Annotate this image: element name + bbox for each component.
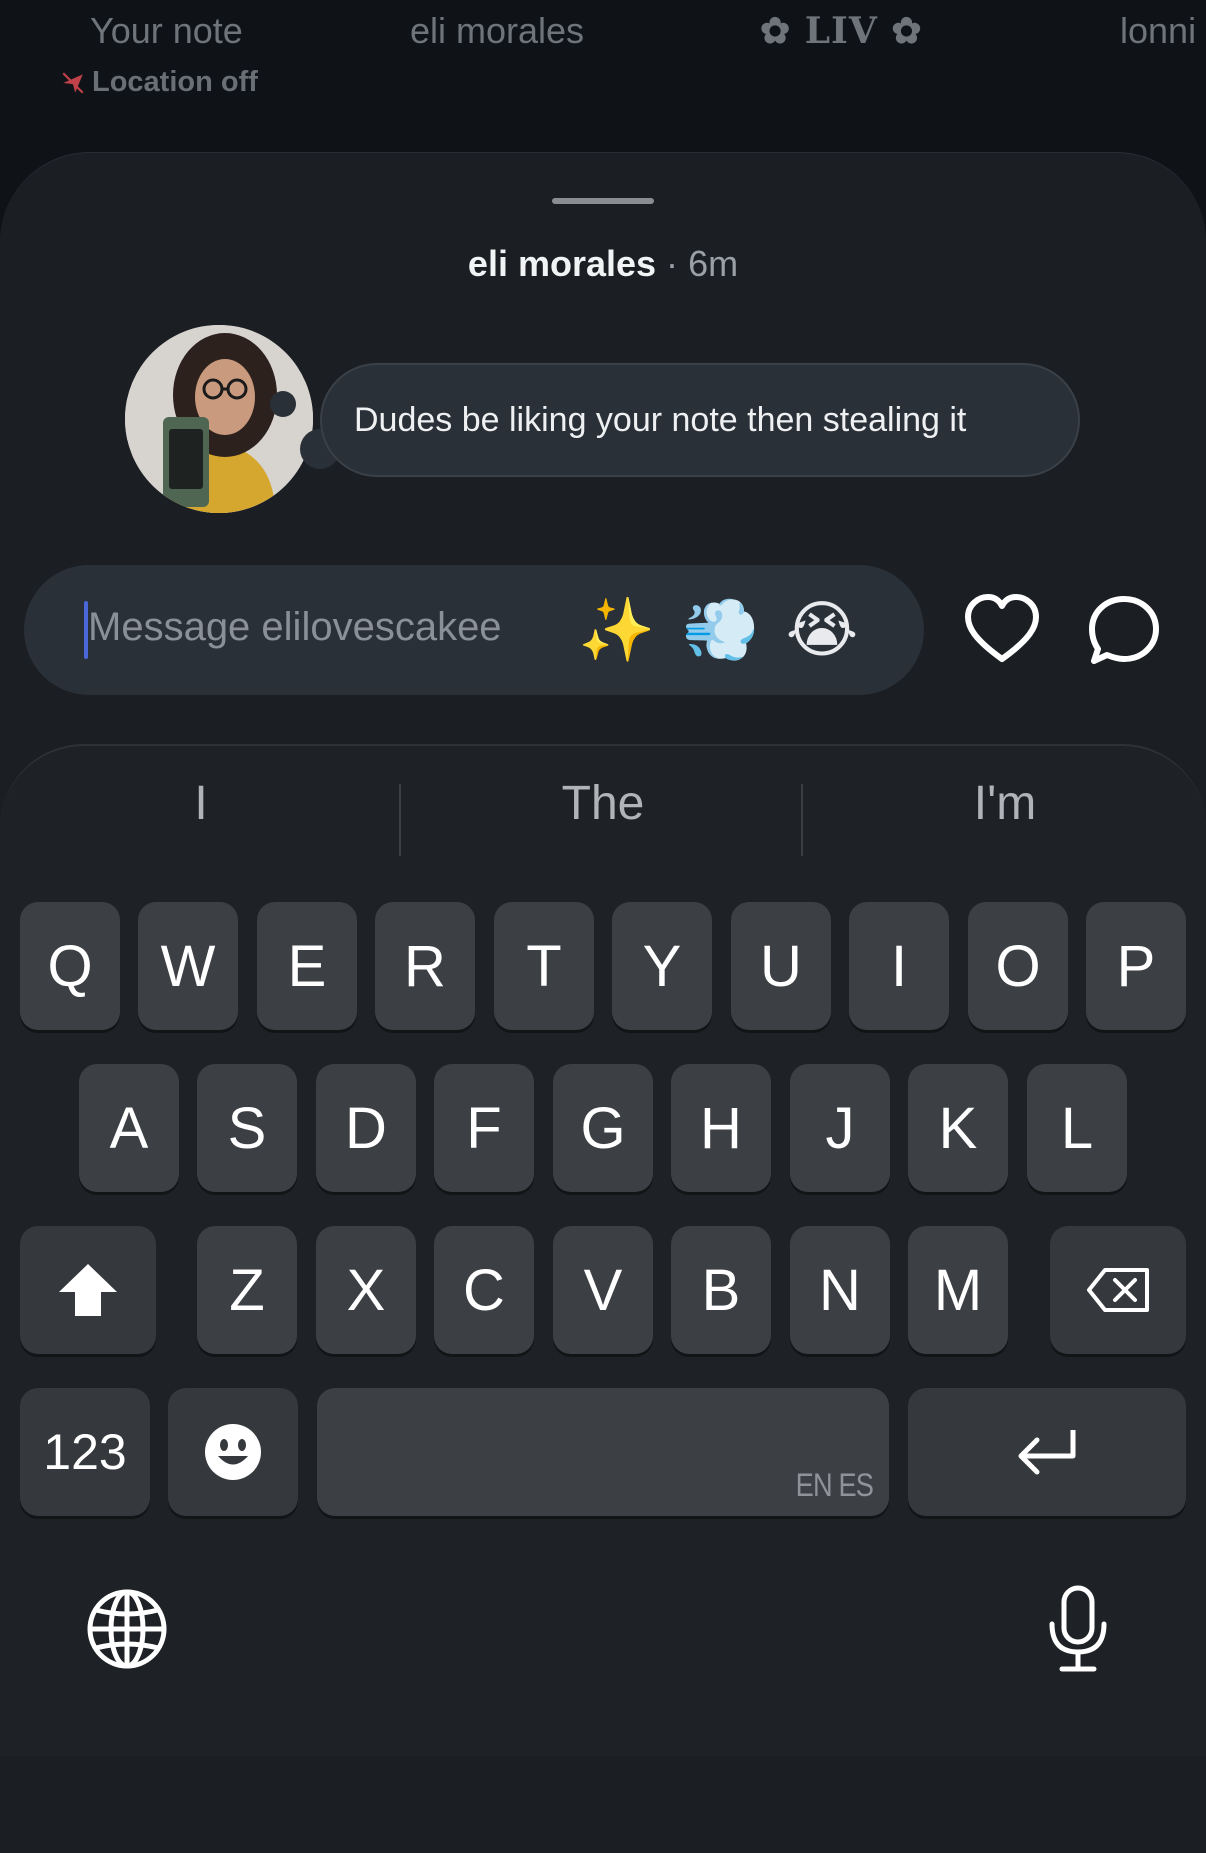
emoji-face-icon (205, 1424, 261, 1480)
numbers-key[interactable]: 123 (20, 1388, 150, 1516)
key-a[interactable]: A (79, 1064, 179, 1192)
location-status-label: Location off (92, 66, 258, 98)
key-k[interactable]: K (908, 1064, 1008, 1192)
key-i[interactable]: I (849, 902, 949, 1030)
suggestion-2[interactable]: The (423, 776, 783, 831)
backspace-icon (1087, 1268, 1149, 1312)
message-input[interactable]: Message elilovescakee ✨ 💨 😭 (24, 565, 924, 695)
key-x[interactable]: X (316, 1226, 416, 1354)
key-r[interactable]: R (375, 902, 475, 1030)
suggestion-divider (399, 784, 401, 856)
key-y[interactable]: Y (612, 902, 712, 1030)
notes-strip: Your note eli morales ✿ LIV ✿ lonni Loca… (0, 0, 1206, 160)
key-d[interactable]: D (316, 1064, 416, 1192)
shift-key[interactable] (20, 1226, 156, 1354)
note-timestamp: 6m (688, 243, 739, 284)
key-s[interactable]: S (197, 1064, 297, 1192)
message-placeholder: Message elilovescakee (88, 605, 502, 649)
sparkles-reaction-button[interactable]: ✨ (578, 593, 655, 669)
note-liv[interactable]: ✿ LIV ✿ (760, 10, 922, 52)
return-icon (1018, 1430, 1076, 1475)
key-w[interactable]: W (138, 902, 238, 1030)
key-z[interactable]: Z (197, 1226, 297, 1354)
key-t[interactable]: T (494, 902, 594, 1030)
location-off-icon (62, 71, 84, 94)
header-separator: · (666, 243, 679, 284)
suggestion-divider (801, 784, 803, 856)
microphone-icon[interactable] (1046, 1584, 1110, 1674)
note-eli-morales[interactable]: eli morales (410, 10, 584, 52)
key-b[interactable]: B (671, 1226, 771, 1354)
key-p[interactable]: P (1086, 902, 1186, 1030)
key-v[interactable]: V (553, 1226, 653, 1354)
key-j[interactable]: J (790, 1064, 890, 1192)
space-language-label: EN ES (795, 1467, 874, 1503)
note-author[interactable]: eli morales (468, 243, 656, 284)
key-g[interactable]: G (553, 1064, 653, 1192)
note-your-note[interactable]: Your note (90, 10, 243, 52)
location-status[interactable]: Location off (60, 66, 258, 99)
avatar[interactable] (125, 325, 313, 513)
key-l[interactable]: L (1027, 1064, 1127, 1192)
key-h[interactable]: H (671, 1064, 771, 1192)
space-key[interactable]: EN ES (317, 1388, 889, 1516)
crying-reaction-button[interactable]: 😭 (784, 593, 860, 669)
backspace-key[interactable] (1050, 1226, 1186, 1354)
thought-dot-small (270, 391, 296, 417)
note-text: Dudes be liking your note then stealing … (354, 400, 967, 439)
key-n[interactable]: N (790, 1226, 890, 1354)
dash-reaction-button[interactable]: 💨 (682, 593, 759, 669)
heart-icon[interactable] (964, 593, 1040, 669)
keyboard: I The I'm Q W E R T Y U I O P A S D F G … (0, 744, 1206, 1756)
key-e[interactable]: E (257, 902, 357, 1030)
key-q[interactable]: Q (20, 902, 120, 1030)
key-c[interactable]: C (434, 1226, 534, 1354)
shift-icon (59, 1264, 117, 1316)
sheet-grabber[interactable] (552, 198, 654, 204)
suggestion-3[interactable]: I'm (825, 776, 1185, 831)
key-u[interactable]: U (731, 902, 831, 1030)
key-m[interactable]: M (908, 1226, 1008, 1354)
note-bubble[interactable]: Dudes be liking your note then stealing … (320, 363, 1080, 477)
sheet-header: eli morales · 6m (0, 243, 1206, 285)
key-f[interactable]: F (434, 1064, 534, 1192)
key-o[interactable]: O (968, 902, 1068, 1030)
emoji-key[interactable] (168, 1388, 298, 1516)
return-key[interactable] (908, 1388, 1186, 1516)
note-lonni[interactable]: lonni (1120, 10, 1196, 52)
avatar-photo (125, 325, 313, 513)
globe-icon[interactable] (86, 1588, 168, 1670)
comment-bubble-icon[interactable] (1086, 593, 1162, 669)
suggestion-1[interactable]: I (21, 776, 381, 831)
